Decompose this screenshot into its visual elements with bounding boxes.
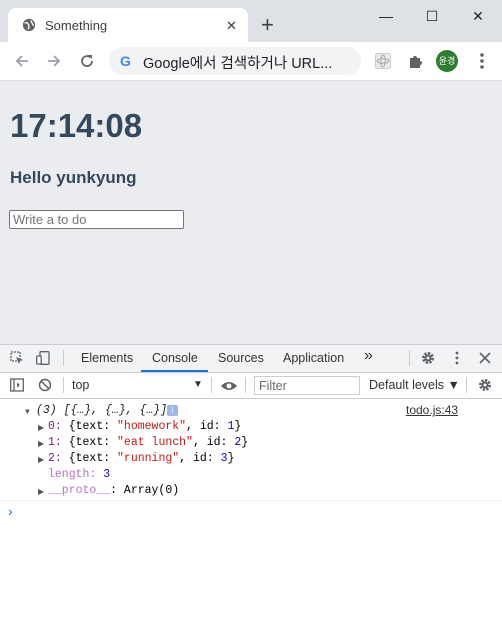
tab-elements[interactable]: Elements	[81, 351, 133, 366]
expand-triangle-icon[interactable]: ▶	[38, 486, 44, 500]
devtools-close-icon[interactable]	[478, 351, 492, 365]
console-entry[interactable]: 2: {text: "running", id: 3}	[48, 452, 234, 466]
divider	[245, 377, 246, 393]
log-levels-dropdown[interactable]: Default levels ▼	[369, 378, 460, 393]
device-toolbar-icon[interactable]	[36, 351, 50, 365]
info-icon[interactable]: i	[167, 405, 178, 416]
window-close-button[interactable]: ✕	[455, 0, 501, 32]
profile-avatar[interactable]: 윤경	[436, 50, 458, 72]
tab-title: Something	[45, 18, 108, 33]
globe-icon	[22, 18, 36, 32]
entry-index: 2:	[48, 452, 62, 465]
address-bar-text[interactable]: Google에서 검색하거나 URL...	[143, 52, 332, 73]
divider	[63, 350, 64, 366]
proto-value: : Array(0)	[110, 484, 180, 497]
new-tab-button[interactable]: +	[261, 14, 274, 36]
entry-text: "running"	[117, 452, 180, 465]
more-tabs-icon[interactable]: »	[364, 348, 373, 364]
array-summary[interactable]: (3) [{…}, {…}, {…}]	[36, 404, 167, 418]
greeting: Hello yunkyung	[10, 168, 137, 187]
expand-triangle-icon[interactable]: ▶	[38, 454, 44, 468]
console-prompt[interactable]: ›	[8, 503, 13, 519]
context-dropdown-icon[interactable]: ▼	[193, 379, 203, 390]
length-value: 3	[103, 468, 111, 481]
source-link[interactable]: todo.js:43	[406, 403, 458, 417]
forward-icon[interactable]	[46, 53, 62, 69]
entry-text: "eat lunch"	[117, 436, 193, 449]
expand-triangle-icon[interactable]: ▶	[38, 422, 44, 436]
expand-triangle-icon[interactable]: ▼	[25, 406, 30, 420]
browser-menu-icon[interactable]	[478, 50, 486, 72]
tab-close-button[interactable]: ✕	[226, 18, 237, 34]
entry-id: 1	[227, 420, 235, 433]
google-icon: G	[120, 53, 131, 69]
browser-tab[interactable]	[8, 8, 248, 42]
back-icon[interactable]	[14, 53, 30, 69]
reload-icon[interactable]	[79, 53, 95, 69]
proto-label: __proto__	[48, 484, 111, 497]
console-entry[interactable]: 1: {text: "eat lunch", id: 2}	[48, 436, 248, 450]
todo-input[interactable]	[9, 210, 184, 229]
minimize-button[interactable]: —	[363, 0, 409, 32]
entry-index: 1:	[48, 436, 62, 449]
devtools-menu-icon[interactable]	[450, 351, 464, 365]
divider	[409, 350, 410, 366]
entry-id: 2	[234, 436, 242, 449]
clear-console-icon[interactable]	[38, 378, 52, 392]
length-label: length:	[48, 468, 97, 481]
tab-application[interactable]: Application	[283, 351, 344, 366]
console-settings-gear-icon[interactable]	[478, 378, 492, 392]
divider	[63, 377, 64, 393]
extensions-puzzle-icon[interactable]	[407, 53, 423, 69]
tab-console[interactable]: Console	[152, 351, 198, 366]
length-property: length: 3	[48, 468, 110, 482]
sidebar-toggle-icon[interactable]	[10, 378, 24, 392]
console-entry[interactable]: 0: {text: "homework", id: 1}	[48, 420, 241, 434]
tab-sources[interactable]: Sources	[218, 351, 264, 366]
proto-property[interactable]: __proto__: Array(0)	[48, 484, 179, 498]
divider	[0, 500, 502, 501]
extension-react-icon[interactable]	[375, 53, 391, 69]
live-expression-eye-icon[interactable]	[220, 380, 238, 392]
active-tab-indicator	[141, 370, 208, 372]
entry-id: 3	[220, 452, 228, 465]
maximize-button[interactable]: ☐	[409, 0, 455, 32]
divider	[466, 377, 467, 393]
settings-gear-icon[interactable]	[421, 351, 435, 365]
console-filter-input[interactable]	[254, 376, 360, 395]
divider	[211, 377, 212, 393]
inspect-element-icon[interactable]	[10, 351, 24, 365]
entry-index: 0:	[48, 420, 62, 433]
context-selector[interactable]: top	[72, 378, 89, 393]
entry-text: "homework"	[117, 420, 187, 433]
expand-triangle-icon[interactable]: ▶	[38, 438, 44, 452]
clock: 17:14:08	[10, 107, 143, 144]
